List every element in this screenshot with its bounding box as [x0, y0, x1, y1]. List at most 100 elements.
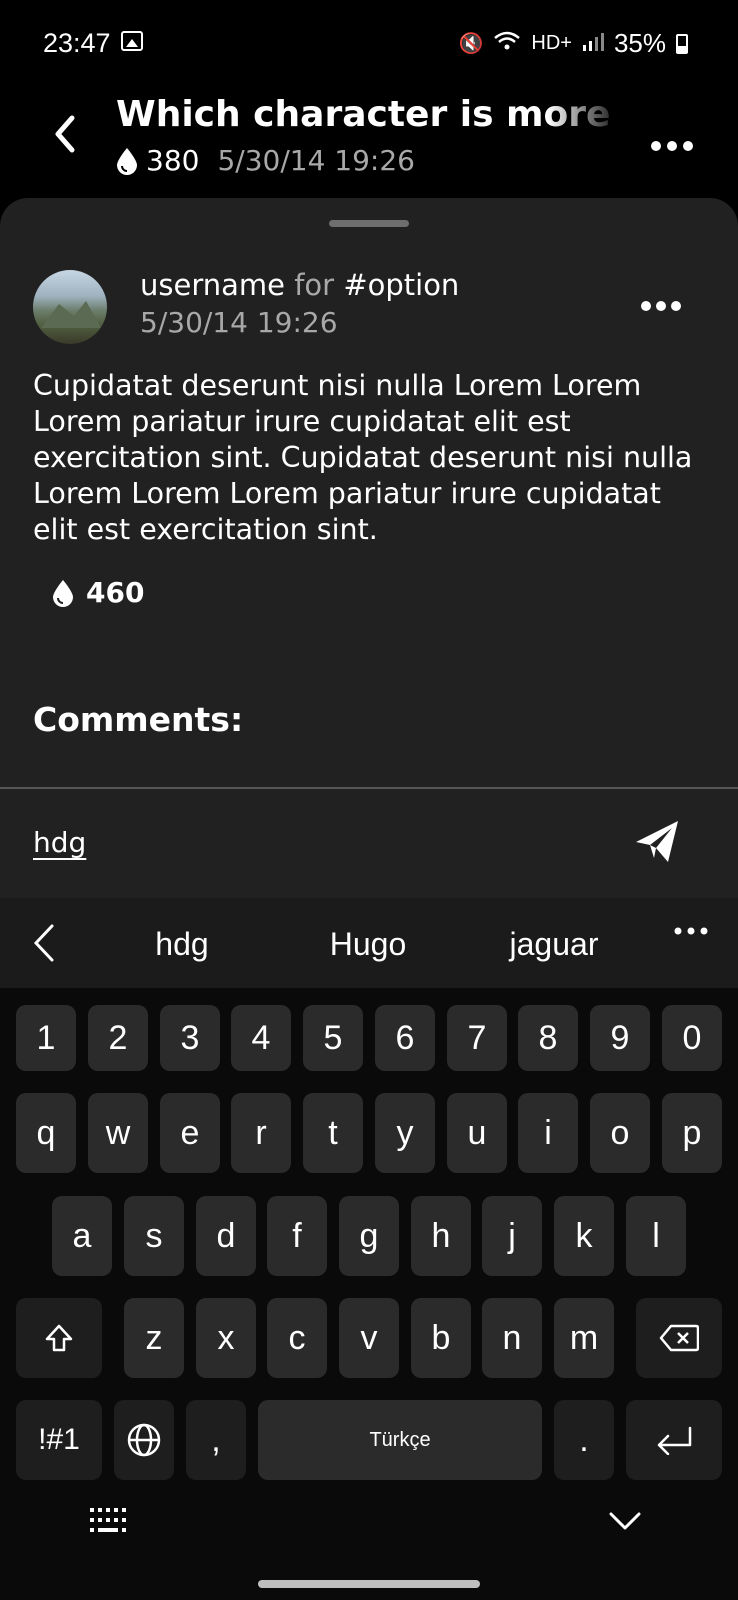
key-8[interactable]: 8	[518, 1005, 578, 1071]
send-button[interactable]	[634, 818, 680, 864]
key-3[interactable]: 3	[160, 1005, 220, 1071]
chevron-left-icon[interactable]	[30, 922, 56, 964]
drop-icon	[117, 147, 137, 175]
language-key[interactable]	[114, 1400, 174, 1480]
post-likes-count: 460	[86, 576, 145, 609]
key-y[interactable]: y	[375, 1093, 435, 1173]
key-x[interactable]: x	[196, 1298, 256, 1378]
home-indicator[interactable]	[258, 1580, 480, 1588]
shift-icon	[45, 1324, 73, 1352]
post-more-button[interactable]	[640, 286, 682, 321]
network-type: HD+	[531, 32, 572, 54]
suggestion-2[interactable]: Hugo	[288, 926, 448, 963]
key-b[interactable]: b	[411, 1298, 471, 1378]
key-q[interactable]: q	[16, 1093, 76, 1173]
key-m[interactable]: m	[554, 1298, 614, 1378]
post-option[interactable]: #option	[343, 268, 459, 302]
more-horizontal-icon	[641, 301, 681, 311]
symbols-key[interactable]: !#1	[16, 1400, 102, 1480]
send-icon	[636, 821, 678, 862]
key-p[interactable]: p	[662, 1093, 722, 1173]
shift-key[interactable]	[16, 1298, 102, 1378]
more-horizontal-icon	[651, 141, 693, 151]
battery-icon	[676, 33, 688, 54]
bottom-row: !#1 , Türkçe .	[0, 1400, 738, 1480]
key-e[interactable]: e	[160, 1093, 220, 1173]
key-j[interactable]: j	[482, 1196, 542, 1276]
key-7[interactable]: 7	[447, 1005, 507, 1071]
back-button[interactable]	[44, 110, 84, 158]
gallery-icon	[121, 31, 143, 51]
header-likes: 380	[146, 144, 200, 177]
key-0[interactable]: 0	[662, 1005, 722, 1071]
wifi-icon	[493, 30, 521, 58]
status-time: 23:47	[43, 28, 111, 58]
mute-icon: 🔇	[458, 33, 484, 55]
page-title: Which character is more like	[116, 94, 624, 135]
sheet-handle[interactable]	[329, 220, 409, 227]
key-f[interactable]: f	[267, 1196, 327, 1276]
key-u[interactable]: u	[447, 1093, 507, 1173]
backspace-icon	[659, 1324, 699, 1352]
suggestion-3[interactable]: jaguar	[474, 926, 634, 963]
key-2[interactable]: 2	[88, 1005, 148, 1071]
keyboard-icon[interactable]	[90, 1508, 128, 1534]
enter-key[interactable]	[626, 1400, 722, 1480]
post-body: Cupidatat deserunt nisi nulla Lorem Lore…	[33, 369, 693, 546]
key-i[interactable]: i	[518, 1093, 578, 1173]
post-for-word: for	[294, 268, 335, 302]
post-like-button[interactable]: 460	[52, 576, 144, 609]
more-horizontal-icon[interactable]	[674, 926, 708, 936]
key-h[interactable]: h	[411, 1196, 471, 1276]
key-9[interactable]: 9	[590, 1005, 650, 1071]
key-d[interactable]: d	[196, 1196, 256, 1276]
key-c[interactable]: c	[267, 1298, 327, 1378]
key-g[interactable]: g	[339, 1196, 399, 1276]
letter-row-1: q w e r t y u i o p	[0, 1093, 738, 1173]
comments-heading: Comments:	[33, 700, 244, 739]
enter-icon	[657, 1426, 692, 1455]
signal-icon	[582, 31, 604, 57]
key-5[interactable]: 5	[303, 1005, 363, 1071]
key-l[interactable]: l	[626, 1196, 686, 1276]
key-r[interactable]: r	[231, 1093, 291, 1173]
key-1[interactable]: 1	[16, 1005, 76, 1071]
key-n[interactable]: n	[482, 1298, 542, 1378]
letter-row-2: a s d f g h j k l	[0, 1196, 738, 1276]
keyboard-nav	[0, 1480, 738, 1600]
status-bar: 23:47 🔇 HD+ 35%	[0, 0, 738, 90]
top-header: Which character is more like 380 5/30/14…	[0, 90, 738, 198]
post-username[interactable]: username	[140, 268, 285, 302]
comment-input[interactable]: hdg	[33, 826, 86, 859]
key-v[interactable]: v	[339, 1298, 399, 1378]
key-t[interactable]: t	[303, 1093, 363, 1173]
suggestion-1[interactable]: hdg	[102, 926, 262, 963]
status-icons: 🔇 HD+ 35%	[458, 28, 688, 59]
key-a[interactable]: a	[52, 1196, 112, 1276]
header-date: 5/30/14 19:26	[217, 144, 415, 177]
key-k[interactable]: k	[554, 1196, 614, 1276]
key-w[interactable]: w	[88, 1093, 148, 1173]
more-options-button[interactable]	[650, 122, 694, 162]
number-row: 1 2 3 4 5 6 7 8 9 0	[0, 1005, 738, 1071]
period-key[interactable]: .	[554, 1400, 614, 1480]
globe-icon	[127, 1423, 161, 1457]
chevron-left-icon	[55, 115, 75, 153]
key-z[interactable]: z	[124, 1298, 184, 1378]
drop-icon	[53, 579, 73, 607]
keyboard: hdg Hugo jaguar 1 2 3 4 5 6 7 8 9 0 q w …	[0, 898, 738, 1600]
key-6[interactable]: 6	[375, 1005, 435, 1071]
key-s[interactable]: s	[124, 1196, 184, 1276]
letter-row-3: z x c v b n m	[0, 1298, 738, 1378]
backspace-key[interactable]	[636, 1298, 722, 1378]
key-4[interactable]: 4	[231, 1005, 291, 1071]
avatar[interactable]	[33, 270, 107, 344]
suggestion-bar: hdg Hugo jaguar	[0, 898, 738, 988]
header-subline: 380 5/30/14 19:26	[116, 144, 415, 177]
key-o[interactable]: o	[590, 1093, 650, 1173]
space-key[interactable]: Türkçe	[258, 1400, 542, 1480]
chevron-down-icon[interactable]	[608, 1510, 642, 1532]
comma-key[interactable]: ,	[186, 1400, 246, 1480]
post-author-line: username for #option	[140, 268, 459, 302]
post-date: 5/30/14 19:26	[140, 306, 338, 339]
